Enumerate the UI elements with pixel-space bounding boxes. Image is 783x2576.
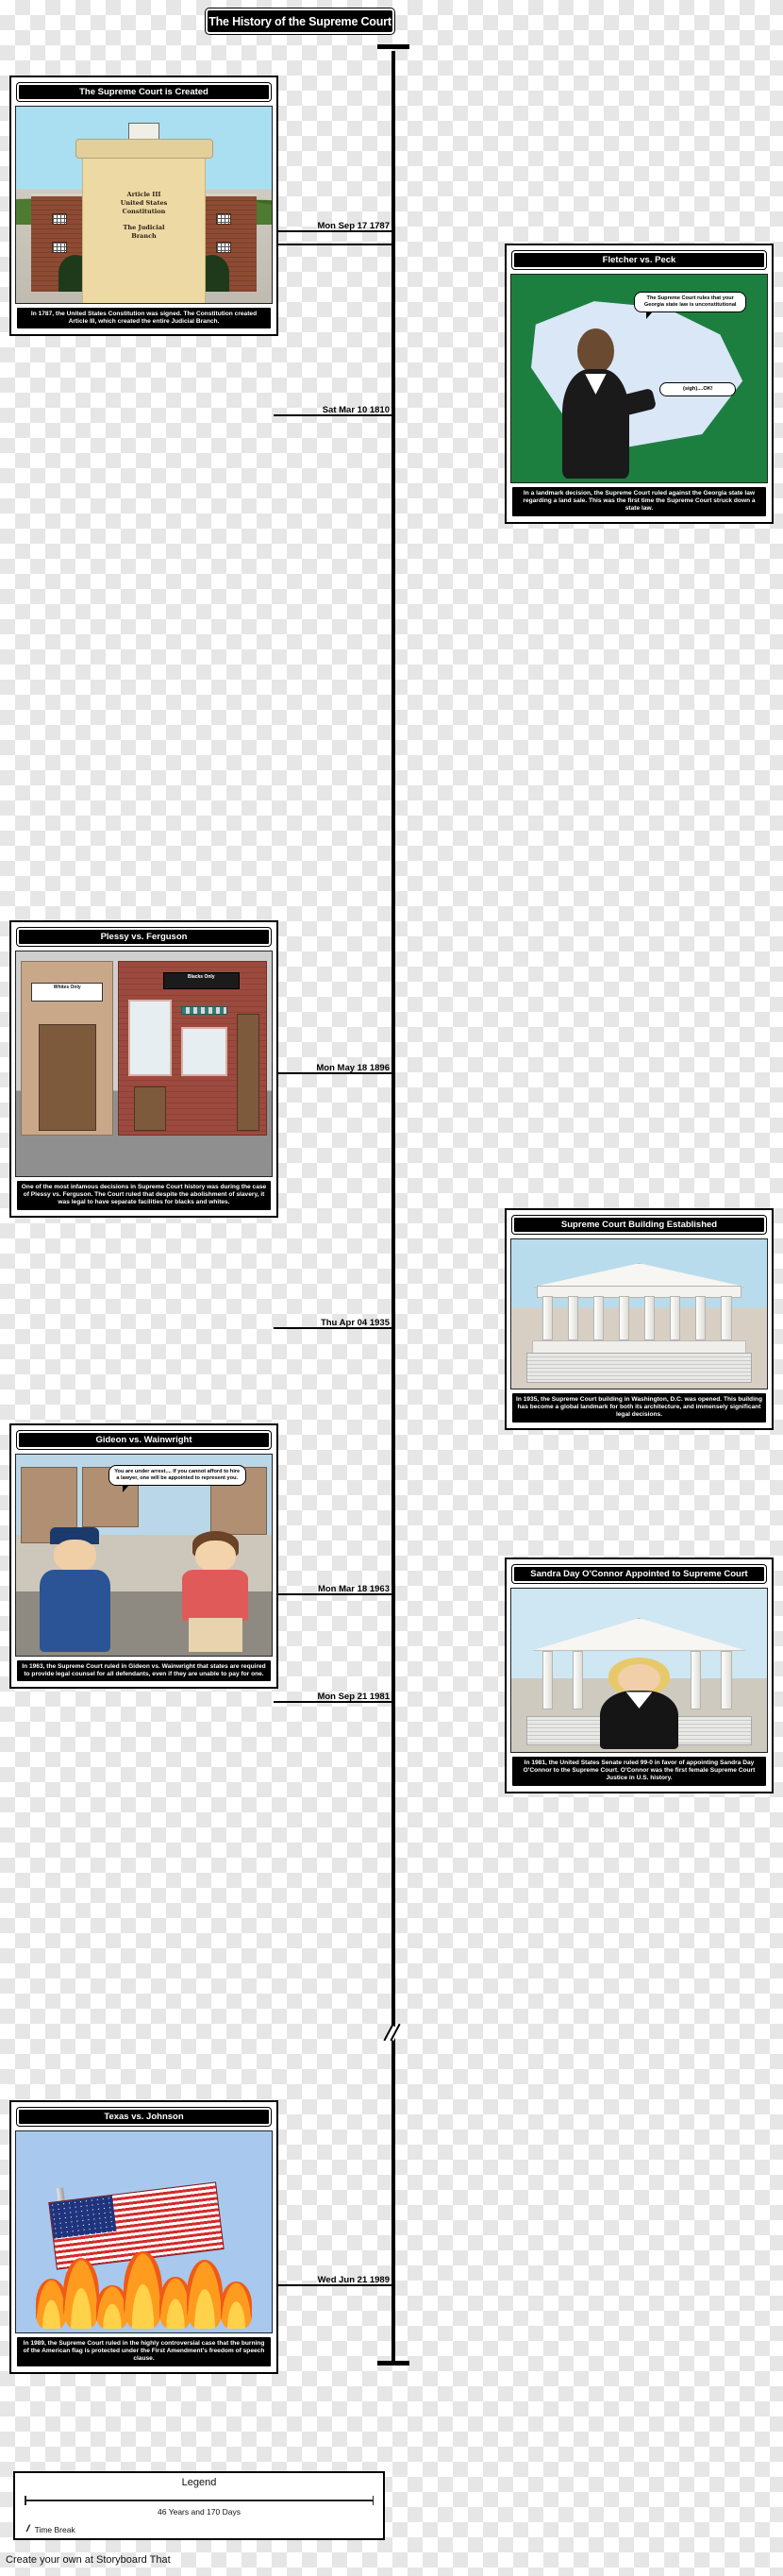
event-illustration-burning-flag	[15, 2130, 273, 2333]
sign-whites-only: Whites Only	[30, 982, 104, 1002]
legend-time-break-row: // Time Break	[26, 2524, 383, 2534]
event-card-header: Plessy vs. Ferguson	[17, 928, 271, 946]
legend-time-break-label: Time Break	[34, 2524, 75, 2534]
legend-duration-label: 46 Years and 170 Days	[158, 2507, 241, 2517]
event-card-fletcher-vs-peck[interactable]: Fletcher vs. Peck The Supreme Court rule…	[505, 244, 774, 524]
event-title: Sandra Day O'Connor Appointed to Supreme…	[530, 1569, 748, 1579]
event-caption: In 1787, the United States Constitution …	[17, 308, 271, 329]
event-illustration-fletcher: The Supreme Court rules that your Georgi…	[510, 274, 768, 483]
event-caption: In 1989, the Supreme Court ruled in the …	[17, 2337, 271, 2366]
event-caption: In 1981, the United States Senate ruled …	[512, 1757, 766, 1786]
event-card-plessy-vs-ferguson[interactable]: Plessy vs. Ferguson Whites Only Blacks O…	[9, 920, 278, 1218]
date-marker-1989: Wed Jun 21 1989	[274, 2269, 392, 2286]
event-title: The Supreme Court is Created	[79, 87, 208, 97]
fire-icon	[31, 2248, 256, 2329]
event-illustration-oconnor	[510, 1588, 768, 1753]
speech-bubble-rights: You are under arrest.... If you cannot a…	[108, 1464, 246, 1492]
event-title: Fletcher vs. Peck	[602, 255, 676, 265]
event-card-header: Supreme Court Building Established	[512, 1216, 766, 1234]
event-card-gideon-vs-wainwright[interactable]: Gideon vs. Wainwright You are under arre…	[9, 1423, 278, 1690]
timeline-axis-bottom-cap	[377, 2361, 409, 2366]
event-illustration-plessy: Whites Only Blacks Only	[15, 951, 273, 1177]
event-card-sandra-day-oconnor[interactable]: Sandra Day O'Connor Appointed to Supreme…	[505, 1557, 774, 1793]
event-card-header: Sandra Day O'Connor Appointed to Supreme…	[512, 1565, 766, 1583]
date-marker-1935: Thu Apr 04 1935	[274, 1312, 392, 1329]
speech-bubble-response: (sigh)....OK!	[659, 382, 737, 397]
date-marker-1810	[274, 223, 392, 245]
speech-bubble-ruling: The Supreme Court rules that your Georgi…	[634, 291, 747, 319]
event-illustration-court-building	[510, 1238, 768, 1389]
date-marker-1810-label: Sat Mar 10 1810	[274, 399, 392, 416]
page-title: The History of the Supreme Court	[206, 8, 394, 34]
event-card-texas-vs-johnson[interactable]: Texas vs. Johnson In 1989, the Supreme C…	[9, 2100, 278, 2374]
time-break-icon	[381, 2023, 406, 2044]
event-illustration-courthouse: Article III United States Constitution The…	[15, 106, 273, 304]
event-card-header: Fletcher vs. Peck	[512, 251, 766, 269]
event-card-header: Texas vs. Johnson	[17, 2108, 271, 2126]
legend-title: Legend	[181, 2477, 217, 2488]
scroll-text-primary: Article III United States Constitution	[120, 191, 168, 216]
timeline-axis	[392, 51, 395, 2364]
event-caption: In a landmark decision, the Supreme Cour…	[512, 487, 766, 516]
legend-panel: Legend 46 Years and 170 Days // Time Bre…	[13, 2471, 385, 2540]
date-marker-1981: Mon Sep 21 1981	[274, 1686, 392, 1703]
time-break-icon: //	[26, 2524, 29, 2534]
event-caption: In 1963, the Supreme Court ruled in Gide…	[17, 1660, 271, 1682]
event-title: Texas vs. Johnson	[104, 2112, 184, 2122]
event-card-header: Gideon vs. Wainwright	[17, 1431, 271, 1449]
scroll-text-secondary: The Judicial Branch	[123, 224, 165, 241]
event-card-supreme-court-building[interactable]: Supreme Court Building Established In 19…	[505, 1208, 774, 1430]
sign-blacks-only: Blacks Only	[162, 971, 240, 989]
event-caption: In 1935, the Supreme Court building in W…	[512, 1393, 766, 1423]
event-caption: One of the most infamous decisions in Su…	[17, 1181, 271, 1210]
event-title: Supreme Court Building Established	[560, 1220, 718, 1230]
timeline-axis-top-cap	[377, 44, 409, 49]
date-marker-1963: Mon Mar 18 1963	[274, 1578, 392, 1595]
event-title: Plessy vs. Ferguson	[100, 932, 188, 942]
event-title: Gideon vs. Wainwright	[95, 1435, 192, 1445]
event-card-header: The Supreme Court is Created	[17, 83, 271, 101]
footer-credit: Create your own at Storyboard That	[6, 2554, 171, 2566]
legend-duration-rule	[25, 2496, 374, 2505]
event-illustration-gideon: You are under arrest.... If you cannot a…	[15, 1454, 273, 1657]
event-card-supreme-court-created[interactable]: The Supreme Court is Created Article III…	[9, 76, 278, 337]
date-marker-1896: Mon May 18 1896	[274, 1057, 392, 1074]
page-title-text: The History of the Supreme Court	[208, 14, 392, 28]
